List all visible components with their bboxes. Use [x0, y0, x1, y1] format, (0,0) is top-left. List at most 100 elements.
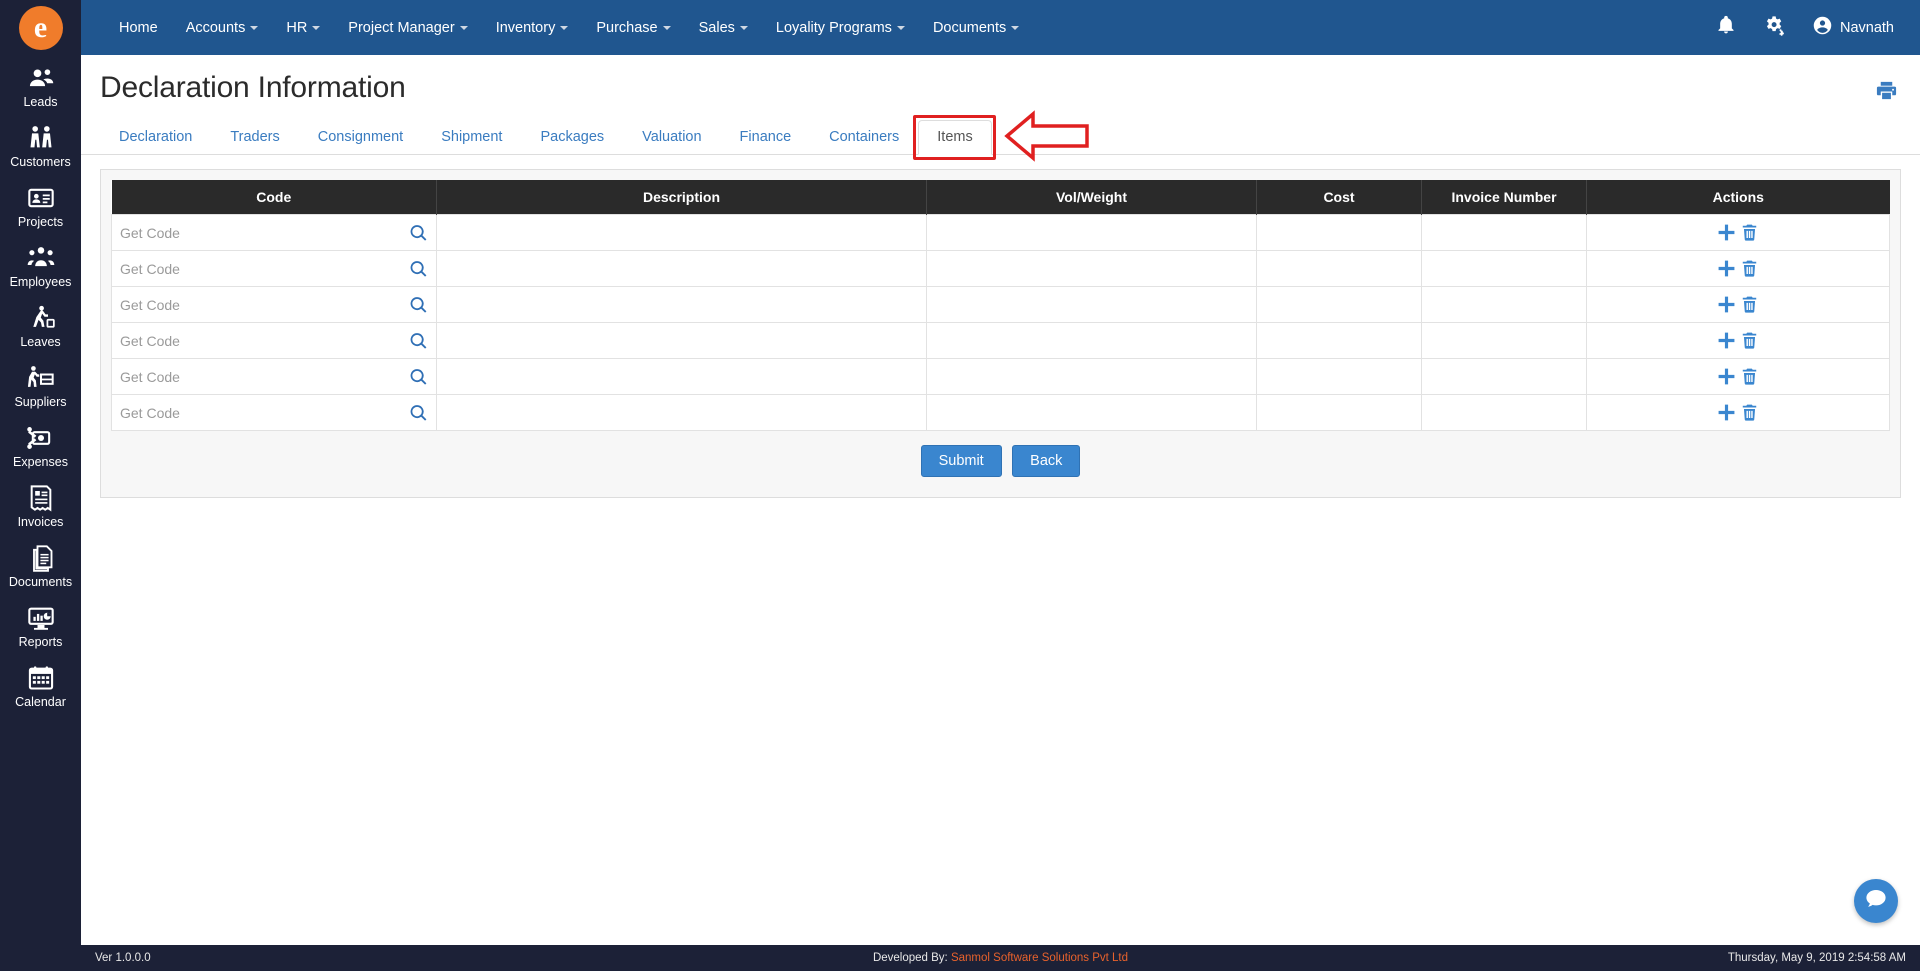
chevron-down-icon — [662, 25, 671, 30]
tab-shipment[interactable]: Shipment — [422, 120, 521, 155]
search-icon[interactable] — [409, 331, 428, 350]
nav-item-loyality-programs[interactable]: Loyality Programs — [762, 0, 919, 55]
code-input[interactable] — [120, 251, 402, 286]
delete-row-button[interactable] — [1740, 403, 1759, 422]
chevron-down-icon — [739, 25, 748, 30]
user-menu[interactable]: Navnath — [1812, 15, 1894, 40]
chevron-down-icon — [312, 25, 321, 30]
code-input[interactable] — [120, 359, 402, 394]
cell-invoice-number — [1421, 214, 1587, 251]
nav-item-accounts[interactable]: Accounts — [172, 0, 273, 55]
invoice-number-input[interactable] — [1422, 323, 1586, 358]
tab-items[interactable]: Items — [918, 120, 992, 155]
invoice-number-input[interactable] — [1422, 251, 1586, 286]
cell-vol-weight — [926, 286, 1257, 323]
description-input[interactable] — [437, 323, 926, 358]
tab-traders[interactable]: Traders — [211, 120, 298, 155]
code-input[interactable] — [120, 323, 402, 358]
description-input[interactable] — [437, 251, 926, 286]
submit-button[interactable]: Submit — [920, 445, 1002, 477]
code-input[interactable] — [120, 215, 402, 250]
add-row-button[interactable] — [1717, 331, 1736, 350]
invoice-number-input[interactable] — [1422, 215, 1586, 250]
print-button[interactable] — [1875, 79, 1898, 107]
delete-row-button[interactable] — [1740, 259, 1759, 278]
nav-item-sales[interactable]: Sales — [685, 0, 762, 55]
search-icon[interactable] — [409, 295, 428, 314]
bell-icon[interactable] — [1716, 14, 1736, 41]
sidebar-item-customers[interactable]: Customers — [0, 115, 81, 175]
sidebar-item-leads[interactable]: Leads — [0, 55, 81, 115]
code-input[interactable] — [120, 395, 402, 430]
sidebar-item-invoices[interactable]: Invoices — [0, 475, 81, 535]
invoice-number-input[interactable] — [1422, 359, 1586, 394]
cost-input[interactable] — [1257, 323, 1421, 358]
search-icon[interactable] — [409, 223, 428, 242]
code-input[interactable] — [120, 287, 402, 322]
brand-logo[interactable]: e — [0, 0, 81, 55]
cost-input[interactable] — [1257, 251, 1421, 286]
sidebar-item-reports[interactable]: Reports — [0, 595, 81, 655]
invoice-number-input[interactable] — [1422, 287, 1586, 322]
tab-finance[interactable]: Finance — [721, 120, 811, 155]
cell-vol-weight — [926, 322, 1257, 359]
footer-credit-company[interactable]: Sanmol Software Solutions Pvt Ltd — [951, 952, 1128, 964]
gears-icon[interactable] — [1762, 14, 1786, 41]
sidebar-item-documents[interactable]: Documents — [0, 535, 81, 595]
delete-row-button[interactable] — [1740, 223, 1759, 242]
cell-code — [111, 286, 437, 323]
vol-weight-input[interactable] — [927, 215, 1256, 250]
search-icon[interactable] — [409, 403, 428, 422]
sidebar-item-expenses[interactable]: Expenses — [0, 415, 81, 475]
vol-weight-input[interactable] — [927, 251, 1256, 286]
cell-invoice-number — [1421, 286, 1587, 323]
table-row — [111, 250, 1890, 287]
nav-item-home[interactable]: Home — [105, 0, 172, 55]
tab-declaration[interactable]: Declaration — [100, 120, 211, 155]
sidebar-item-suppliers[interactable]: Suppliers — [0, 355, 81, 415]
search-icon[interactable] — [409, 367, 428, 386]
cell-description — [436, 322, 927, 359]
tab-consignment[interactable]: Consignment — [299, 120, 422, 155]
cost-input[interactable] — [1257, 287, 1421, 322]
invoice-number-input[interactable] — [1422, 395, 1586, 430]
add-row-button[interactable] — [1717, 223, 1736, 242]
add-row-button[interactable] — [1717, 403, 1736, 422]
chat-button[interactable] — [1854, 879, 1898, 923]
description-input[interactable] — [437, 359, 926, 394]
sidebar-item-employees[interactable]: Employees — [0, 235, 81, 295]
add-row-button[interactable] — [1717, 367, 1736, 386]
description-input[interactable] — [437, 395, 926, 430]
nav-item-hr[interactable]: HR — [272, 0, 334, 55]
tab-packages[interactable]: Packages — [521, 120, 623, 155]
tab-containers[interactable]: Containers — [810, 120, 918, 155]
footer-credit: Developed By: Sanmol Software Solutions … — [873, 952, 1128, 964]
vol-weight-input[interactable] — [927, 287, 1256, 322]
sidebar-item-calendar[interactable]: Calendar — [0, 655, 81, 715]
cost-input[interactable] — [1257, 359, 1421, 394]
add-row-button[interactable] — [1717, 259, 1736, 278]
col-header-actions: Actions — [1586, 180, 1890, 215]
vol-weight-input[interactable] — [927, 323, 1256, 358]
nav-item-purchase[interactable]: Purchase — [582, 0, 684, 55]
nav-item-documents[interactable]: Documents — [919, 0, 1033, 55]
nav-item-inventory[interactable]: Inventory — [482, 0, 583, 55]
sidebar-item-leaves[interactable]: Leaves — [0, 295, 81, 355]
add-row-button[interactable] — [1717, 295, 1736, 314]
nav-item-project-manager[interactable]: Project Manager — [334, 0, 481, 55]
sidebar-item-label: Invoices — [17, 515, 64, 529]
description-input[interactable] — [437, 215, 926, 250]
vol-weight-input[interactable] — [927, 359, 1256, 394]
cost-input[interactable] — [1257, 395, 1421, 430]
delete-row-button[interactable] — [1740, 331, 1759, 350]
back-button[interactable]: Back — [1012, 445, 1081, 477]
search-icon[interactable] — [409, 259, 428, 278]
vol-weight-input[interactable] — [927, 395, 1256, 430]
chevron-down-icon — [560, 25, 569, 30]
delete-row-button[interactable] — [1740, 367, 1759, 386]
delete-row-button[interactable] — [1740, 295, 1759, 314]
cost-input[interactable] — [1257, 215, 1421, 250]
sidebar-item-projects[interactable]: Projects — [0, 175, 81, 235]
description-input[interactable] — [437, 287, 926, 322]
tab-valuation[interactable]: Valuation — [623, 120, 720, 155]
